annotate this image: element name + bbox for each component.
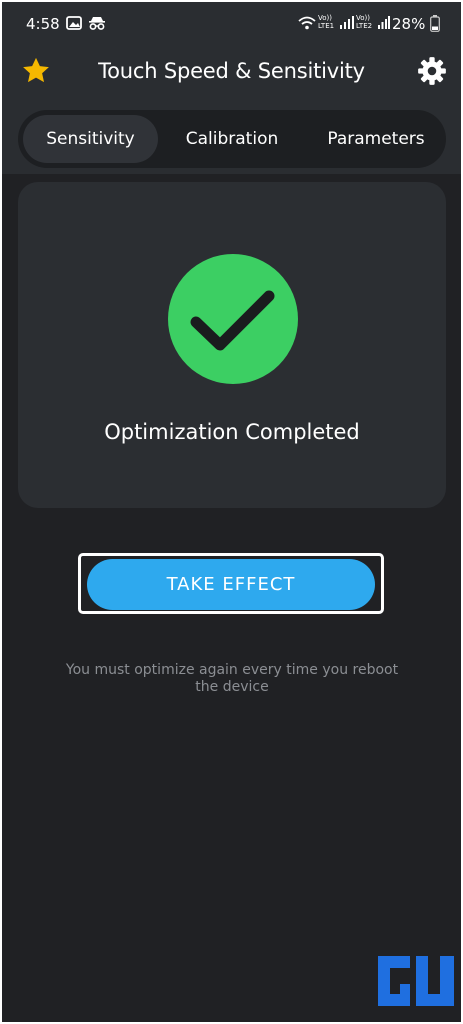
tab-bar: Sensitivity Calibration Parameters [18, 110, 446, 168]
tab-parameters[interactable]: Parameters [306, 115, 446, 163]
status-bar: 4:58 Vo)) LTE1 Vo)) LTE2 28% [2, 2, 461, 46]
tab-sensitivity[interactable]: Sensitivity [23, 115, 158, 163]
battery-percent: 28% [392, 15, 426, 33]
battery-icon [430, 15, 440, 32]
gu-logo-icon [378, 956, 454, 1006]
result-message: Optimization Completed [104, 420, 360, 444]
incognito-icon [89, 17, 105, 30]
wifi-icon [298, 16, 316, 30]
status-time: 4:58 [26, 15, 60, 33]
signal-2-icon [378, 16, 390, 29]
signal-1-label: Vo)) LTE1 [318, 14, 335, 30]
signal-1-icon [340, 16, 354, 29]
signal-2-label: Vo)) LTE2 [356, 14, 373, 30]
gallery-icon [66, 16, 82, 30]
page-title: Touch Speed & Sensitivity [98, 59, 365, 83]
check-circle-icon [168, 254, 298, 384]
app-screen: 4:58 Vo)) LTE1 Vo)) LTE2 28% Touch Speed… [2, 2, 461, 1022]
take-effect-button[interactable]: TAKE EFFECT [87, 559, 375, 610]
title-bar: Touch Speed & Sensitivity [2, 50, 461, 94]
result-card: Optimization Completed [18, 182, 446, 508]
gear-icon[interactable] [416, 55, 448, 87]
watermark-logo [374, 950, 460, 1022]
reboot-note: You must optimize again every time you r… [65, 662, 399, 695]
tab-calibration[interactable]: Calibration [164, 115, 300, 163]
